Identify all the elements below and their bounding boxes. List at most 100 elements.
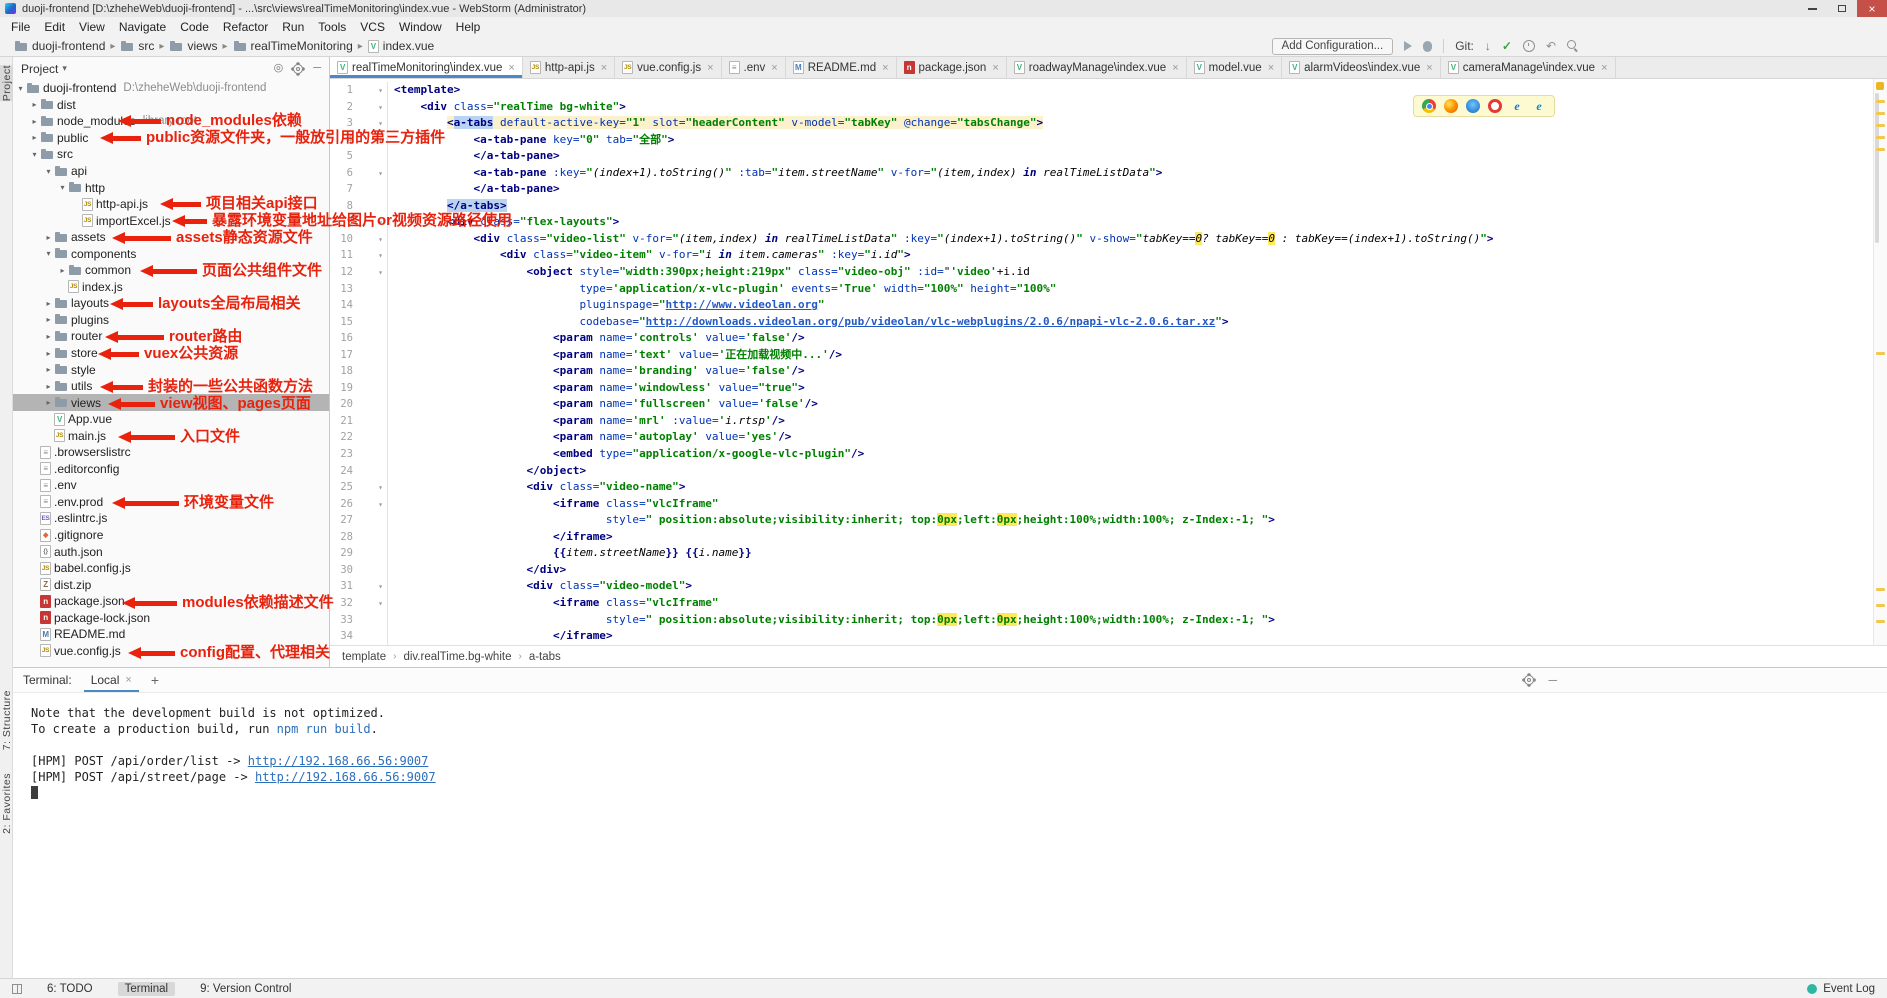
menu-file[interactable]: File [4, 20, 37, 34]
breadcrumb-item-views[interactable]: views [169, 39, 217, 53]
fold-icon[interactable]: ▾ [378, 497, 383, 514]
code-line-5[interactable]: 5 </a-tab-pane> [330, 148, 1873, 165]
expanded-arrow-icon[interactable]: ▾ [43, 249, 54, 258]
code-line-33[interactable]: 33 style=" position:absolute;visibility:… [330, 612, 1873, 629]
tree-item-src[interactable]: ▾src [13, 146, 329, 163]
editor-tab-2[interactable]: JSvue.config.js× [615, 57, 721, 78]
editor-tab-9[interactable]: VcameraManage\index.vue× [1441, 57, 1616, 78]
tree-item-.browserslistrc[interactable]: ≡.browserslistrc [13, 444, 329, 461]
editor-breadcrumb-item[interactable]: template [342, 651, 386, 663]
editor-tab-4[interactable]: MREADME.md× [786, 57, 897, 78]
collapsed-arrow-icon[interactable]: ▸ [43, 299, 54, 308]
editor-tab-0[interactable]: VrealTimeMonitoring\index.vue× [330, 57, 523, 78]
tool-window-switcher-icon[interactable] [12, 984, 22, 994]
code-line-30[interactable]: 30 </div> [330, 562, 1873, 579]
code-line-23[interactable]: 23 <embed type="application/x-google-vlc… [330, 446, 1873, 463]
chrome-icon[interactable] [1422, 99, 1436, 113]
fold-icon[interactable]: ▾ [378, 480, 383, 497]
tool-strip-favorites[interactable]: 2: Favorites [0, 773, 13, 834]
tree-item-dist.zip[interactable]: Zdist.zip [13, 576, 329, 593]
code-line-12[interactable]: 12▾ <object style="width:390px;height:21… [330, 264, 1873, 281]
git-commit-icon[interactable]: ✓ [1502, 40, 1512, 52]
menu-view[interactable]: View [72, 20, 112, 34]
collapsed-arrow-icon[interactable]: ▸ [43, 349, 54, 358]
tree-item-assets[interactable]: ▸assets [13, 229, 329, 246]
menu-tools[interactable]: Tools [311, 20, 353, 34]
editor-tab-8[interactable]: ValarmVideos\index.vue× [1282, 57, 1441, 78]
editor-tab-7[interactable]: Vmodel.vue× [1187, 57, 1283, 78]
warning-marker[interactable] [1876, 620, 1885, 623]
locate-file-icon[interactable]: ◎ [274, 63, 284, 74]
collapsed-arrow-icon[interactable]: ▸ [57, 266, 68, 275]
opera-icon[interactable] [1488, 99, 1502, 113]
fold-icon[interactable]: ▾ [378, 133, 383, 150]
close-tab-icon[interactable]: × [508, 62, 514, 74]
warning-marker[interactable] [1876, 604, 1885, 607]
ie-icon[interactable]: e [1510, 99, 1524, 113]
editor-tab-6[interactable]: VroadwayManage\index.vue× [1007, 57, 1187, 78]
code-line-20[interactable]: 20 <param name='fullscreen' value='false… [330, 396, 1873, 413]
tree-item-layouts[interactable]: ▸layouts [13, 295, 329, 312]
minimize-panel-icon[interactable]: ─ [1548, 674, 1557, 686]
git-update-icon[interactable]: ↓ [1485, 40, 1491, 52]
tree-item-dist[interactable]: ▸dist [13, 97, 329, 114]
terminal-settings-icon[interactable] [1524, 675, 1534, 685]
terminal-tab-local[interactable]: Local × [84, 668, 139, 692]
tree-item-common[interactable]: ▸common [13, 262, 329, 279]
close-icon[interactable]: × [125, 674, 131, 686]
collapsed-arrow-icon[interactable]: ▸ [29, 100, 40, 109]
run-icon[interactable] [1404, 41, 1412, 51]
tree-item-http-api.js[interactable]: JShttp-api.js [13, 196, 329, 213]
terminal-link[interactable]: http://192.168.66.56:9007 [255, 770, 436, 784]
breadcrumb-item-duoji-frontend[interactable]: duoji-frontend [14, 39, 105, 53]
fold-icon[interactable]: ▾ [378, 215, 383, 232]
code-line-4[interactable]: 4▾ <a-tab-pane key="0" tab="全部"> [330, 132, 1873, 149]
expanded-arrow-icon[interactable]: ▾ [43, 167, 54, 176]
breadcrumb-item-realTimeMonitoring[interactable]: realTimeMonitoring [233, 39, 353, 53]
code-line-2[interactable]: 2▾ <div class="realTime bg-white"> [330, 99, 1873, 116]
history-icon[interactable] [1523, 40, 1535, 52]
code-line-18[interactable]: 18 <param name='branding' value='false'/… [330, 363, 1873, 380]
tree-item-README.md[interactable]: MREADME.md [13, 626, 329, 643]
code-editor[interactable]: 1▾<template>2▾ <div class="realTime bg-w… [330, 79, 1873, 645]
close-button[interactable]: × [1857, 0, 1887, 17]
tree-item-main.js[interactable]: JSmain.js [13, 427, 329, 444]
menu-help[interactable]: Help [449, 20, 488, 34]
tree-item-vue.config.js[interactable]: JSvue.config.js [13, 643, 329, 660]
collapsed-arrow-icon[interactable]: ▸ [43, 398, 54, 407]
terminal-output[interactable]: Note that the development build is not o… [13, 693, 1887, 978]
new-terminal-icon[interactable]: + [151, 672, 159, 688]
tree-item-api[interactable]: ▾api [13, 163, 329, 180]
safari-icon[interactable] [1466, 99, 1480, 113]
collapsed-arrow-icon[interactable]: ▸ [43, 365, 54, 374]
code-line-24[interactable]: 24 </object> [330, 463, 1873, 480]
code-line-3[interactable]: 3▾ <a-tabs default-active-key="1" slot="… [330, 115, 1873, 132]
tree-item-auth.json[interactable]: {}auth.json [13, 543, 329, 560]
debug-icon[interactable] [1423, 41, 1432, 52]
close-tab-icon[interactable]: × [601, 62, 607, 74]
warning-marker[interactable] [1876, 112, 1885, 115]
menu-navigate[interactable]: Navigate [112, 20, 173, 34]
code-line-9[interactable]: 9▾ <div class="flex-layouts"> [330, 214, 1873, 231]
close-tab-icon[interactable]: × [992, 62, 998, 74]
collapsed-arrow-icon[interactable]: ▸ [43, 315, 54, 324]
maximize-button[interactable] [1827, 0, 1857, 17]
statusbar-9-version-control[interactable]: 9: Version Control [193, 982, 298, 996]
breadcrumb-item-src[interactable]: src [120, 39, 154, 53]
settings-gear-icon[interactable] [293, 64, 303, 74]
code-line-34[interactable]: 34 </iframe> [330, 628, 1873, 645]
code-line-14[interactable]: 14 pluginspage="http://www.videolan.org" [330, 297, 1873, 314]
tree-item-babel.config.js[interactable]: JSbabel.config.js [13, 560, 329, 577]
close-tab-icon[interactable]: × [882, 62, 888, 74]
tree-item-plugins[interactable]: ▸plugins [13, 312, 329, 329]
close-tab-icon[interactable]: × [707, 62, 713, 74]
code-line-32[interactable]: 32▾ <iframe class="vlcIframe" [330, 595, 1873, 612]
code-line-6[interactable]: 6▾ <a-tab-pane :key="(index+1).toString(… [330, 165, 1873, 182]
close-tab-icon[interactable]: × [771, 62, 777, 74]
tree-item-package.json[interactable]: npackage.json [13, 593, 329, 610]
tree-item-store[interactable]: ▸store [13, 345, 329, 362]
editor-breadcrumb-item[interactable]: div.realTime.bg-white [403, 651, 511, 663]
code-line-27[interactable]: 27 style=" position:absolute;visibility:… [330, 512, 1873, 529]
fold-icon[interactable]: ▾ [378, 232, 383, 249]
warning-marker[interactable] [1876, 148, 1885, 151]
